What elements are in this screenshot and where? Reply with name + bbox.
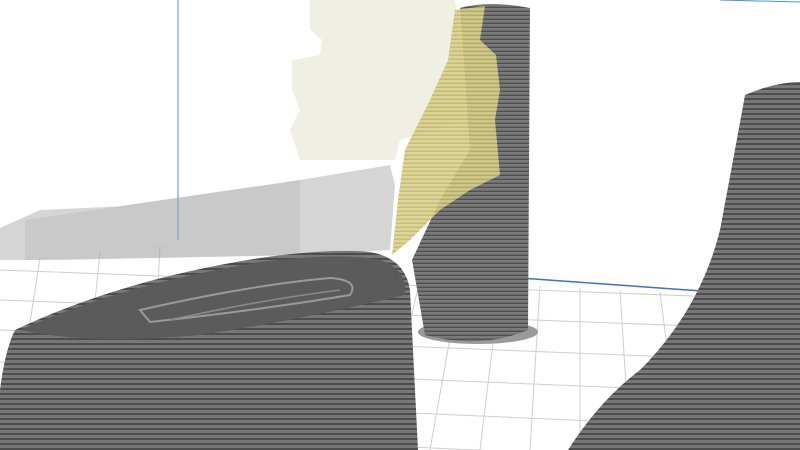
- printed-flared-tower[interactable]: [568, 82, 800, 450]
- axis-line-top: [719, 0, 800, 3]
- ghost-model-left[interactable]: [0, 165, 395, 260]
- 3d-viewport[interactable]: [0, 0, 800, 450]
- scene-canvas[interactable]: [0, 0, 800, 450]
- printed-curved-block[interactable]: [0, 250, 418, 450]
